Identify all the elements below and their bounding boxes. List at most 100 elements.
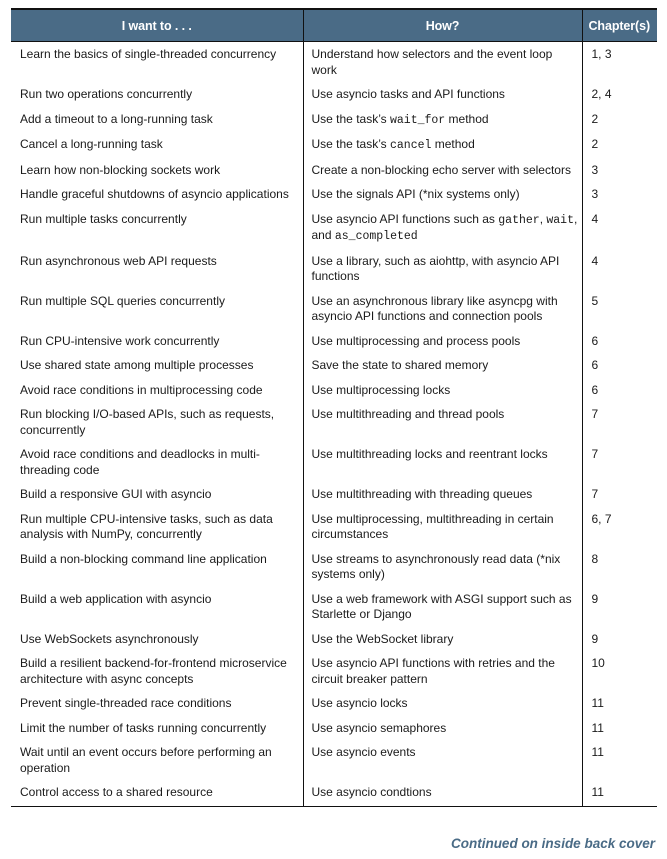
cell-how: Save the state to shared memory <box>302 354 582 379</box>
cell-how: Use streams to asynchronously read data … <box>302 547 582 588</box>
cell-want: Run multiple CPU-intensive tasks, such a… <box>20 511 273 542</box>
how-text: Use asyncio API functions with retries a… <box>311 656 555 686</box>
cell-how: Use asyncio tasks and API functions <box>302 83 582 108</box>
cell-chapters: 8 <box>581 547 657 588</box>
table-row: Avoid race conditions and deadlocks in m… <box>11 443 657 483</box>
cell-chapters: 5 <box>581 289 657 330</box>
table-row: Run multiple CPU-intensive tasks, such a… <box>11 507 657 548</box>
cell-chapters: 11 <box>581 741 657 781</box>
table-row: Build a non-blocking command line applic… <box>11 547 657 588</box>
cell-want: Run multiple tasks concurrently <box>20 211 187 226</box>
cell-want: Run two operations concurrently <box>20 87 193 101</box>
cell-how: Use multiprocessing locks <box>302 378 582 403</box>
cell-chapters: 2 <box>581 107 657 133</box>
table-row: Run two operations concurrently Use async… <box>11 83 657 108</box>
cell-chapters: 2 <box>581 133 657 159</box>
code-identifier: wait_for <box>389 113 446 127</box>
cell-how: Use the task’s cancel method <box>302 133 582 159</box>
how-text: Use a web framework with ASGI support su… <box>311 591 572 622</box>
cell-how: Create a non-blocking echo server with s… <box>302 158 582 183</box>
how-text: Use multithreading with threading queues <box>311 487 533 501</box>
header-i-want-to: I want to . . . <box>11 8 303 42</box>
cell-want: Run CPU-intensive work concurrently <box>20 333 220 348</box>
table-row: Build a responsive GUI with asyncio Use m… <box>11 483 657 508</box>
cell-chapters: 3 <box>581 158 657 183</box>
table-body: Learn the basics of single-threaded conc… <box>11 41 657 807</box>
how-text: Use asyncio condtions <box>311 785 432 799</box>
code-identifier: as_completed <box>334 230 418 243</box>
cell-chapters: 3 <box>581 183 657 208</box>
cell-want: Prevent single-threaded race conditions <box>20 696 232 710</box>
how-text: Use multithreading locks and reentrant l… <box>311 447 548 461</box>
table-row: Use WebSockets asynchronously Use the Web… <box>11 627 657 652</box>
cell-how: Use multiprocessing and process pools <box>302 329 582 354</box>
how-text: Use multiprocessing locks <box>311 382 451 397</box>
cell-how: Use multithreading locks and reentrant l… <box>302 443 582 483</box>
cell-want: Build a resilient backend-for-frontend m… <box>20 656 287 686</box>
concurrency-reference-table: I want to . . . How? Chapter(s) Learn th… <box>11 8 657 807</box>
how-text: Use asyncio locks <box>311 696 408 710</box>
cell-how: Use asyncio API functions with retries a… <box>302 652 582 692</box>
how-text: Use the WebSocket library <box>311 631 454 646</box>
table-row: Avoid race conditions in multiprocessing… <box>11 378 657 403</box>
cell-chapters: 6 <box>581 378 657 403</box>
cell-chapters: 7 <box>581 443 657 483</box>
table-row: Prevent single-threaded race conditions U… <box>11 692 657 717</box>
cell-how: Use a library, such as aiohttp, with asy… <box>302 249 582 290</box>
how-text: Use an asynchronous library like asyncpg… <box>311 293 558 324</box>
how-text: Use multithreading and thread pools <box>311 407 505 421</box>
cell-chapters: 6 <box>581 354 657 379</box>
table-row: Run multiple SQL queries concurrently Use… <box>11 289 657 330</box>
how-text: Save the state to shared memory <box>311 358 489 372</box>
table-row: Add a timeout to a long-running task Use … <box>11 107 657 133</box>
how-text: Use the task’s <box>311 137 390 151</box>
cell-chapters: 1, 3 <box>581 41 657 83</box>
cell-how: Use asyncio condtions <box>302 781 582 807</box>
cell-how: Use asyncio semaphores <box>302 716 582 741</box>
cell-want: Avoid race conditions in multiprocessing… <box>20 382 263 397</box>
cell-want: Learn how non-blocking sockets work <box>20 162 221 177</box>
table-row: Limit the number of tasks running concur… <box>11 716 657 741</box>
cell-how: Use asyncio locks <box>302 692 582 717</box>
how-text: Use multiprocessing, multithreading in c… <box>311 511 554 542</box>
how-text: Create a non-blocking echo server with s… <box>311 162 571 177</box>
cell-chapters: 11 <box>581 692 657 717</box>
cell-want: Build a web application with asyncio <box>20 591 212 606</box>
cell-chapters: 2, 4 <box>581 83 657 108</box>
code-identifier: wait <box>546 213 574 227</box>
cell-want: Build a responsive GUI with asyncio <box>20 487 212 501</box>
header-how: How? <box>302 8 582 42</box>
how-text: Use a library, such as aiohttp, with asy… <box>311 253 560 284</box>
cell-how: Use the signals API (*nix systems only) <box>302 183 582 208</box>
how-text: Use asyncio API functions such as <box>311 211 499 226</box>
cell-chapters: 7 <box>581 403 657 443</box>
cell-want: Control access to a shared resource <box>11 781 303 807</box>
cell-want: Run asynchronous web API requests <box>20 253 217 268</box>
cell-chapters: 10 <box>581 652 657 692</box>
cell-want: Avoid race conditions and deadlocks in m… <box>20 447 260 477</box>
cell-chapters: 9 <box>581 587 657 628</box>
continued-note: Continued on inside back cover <box>450 836 655 851</box>
how-text: Use streams to asynchronously read data … <box>311 551 561 582</box>
cell-want: Cancel a long-running task <box>20 137 163 151</box>
cell-how: Use a web framework with ASGI support su… <box>302 587 582 628</box>
table-row: Run blocking I/O-based APIs, such as req… <box>11 403 657 443</box>
cell-how: Understand how selectors and the event l… <box>302 41 582 83</box>
how-text: Use asyncio tasks and API functions <box>311 87 505 101</box>
header-chapters: Chapter(s) <box>581 8 657 42</box>
cell-how: Use asyncio API functions such as gather… <box>302 207 582 250</box>
cell-chapters: 4 <box>581 207 657 250</box>
cell-how: Use multithreading and thread pools <box>302 403 582 443</box>
table-row: Wait until an event occurs before perfor… <box>11 741 657 781</box>
cell-chapters: 6, 7 <box>581 507 657 548</box>
cell-want: Learn the basics of single-threaded conc… <box>20 47 277 61</box>
table-row: Learn how non-blocking sockets work Creat… <box>11 158 657 183</box>
cell-want: Use shared state among multiple processe… <box>20 358 254 372</box>
table-row: Build a resilient backend-for-frontend m… <box>11 652 657 692</box>
how-text: method <box>445 111 489 126</box>
table-row: Handle graceful shutdowns of asyncio app… <box>11 183 657 208</box>
how-text: Use the signals API (*nix systems only) <box>311 187 520 201</box>
cell-want: Add a timeout to a long-running task <box>20 111 213 126</box>
cell-chapters: 7 <box>581 483 657 508</box>
table-row: Learn the basics of single-threaded conc… <box>11 41 657 83</box>
